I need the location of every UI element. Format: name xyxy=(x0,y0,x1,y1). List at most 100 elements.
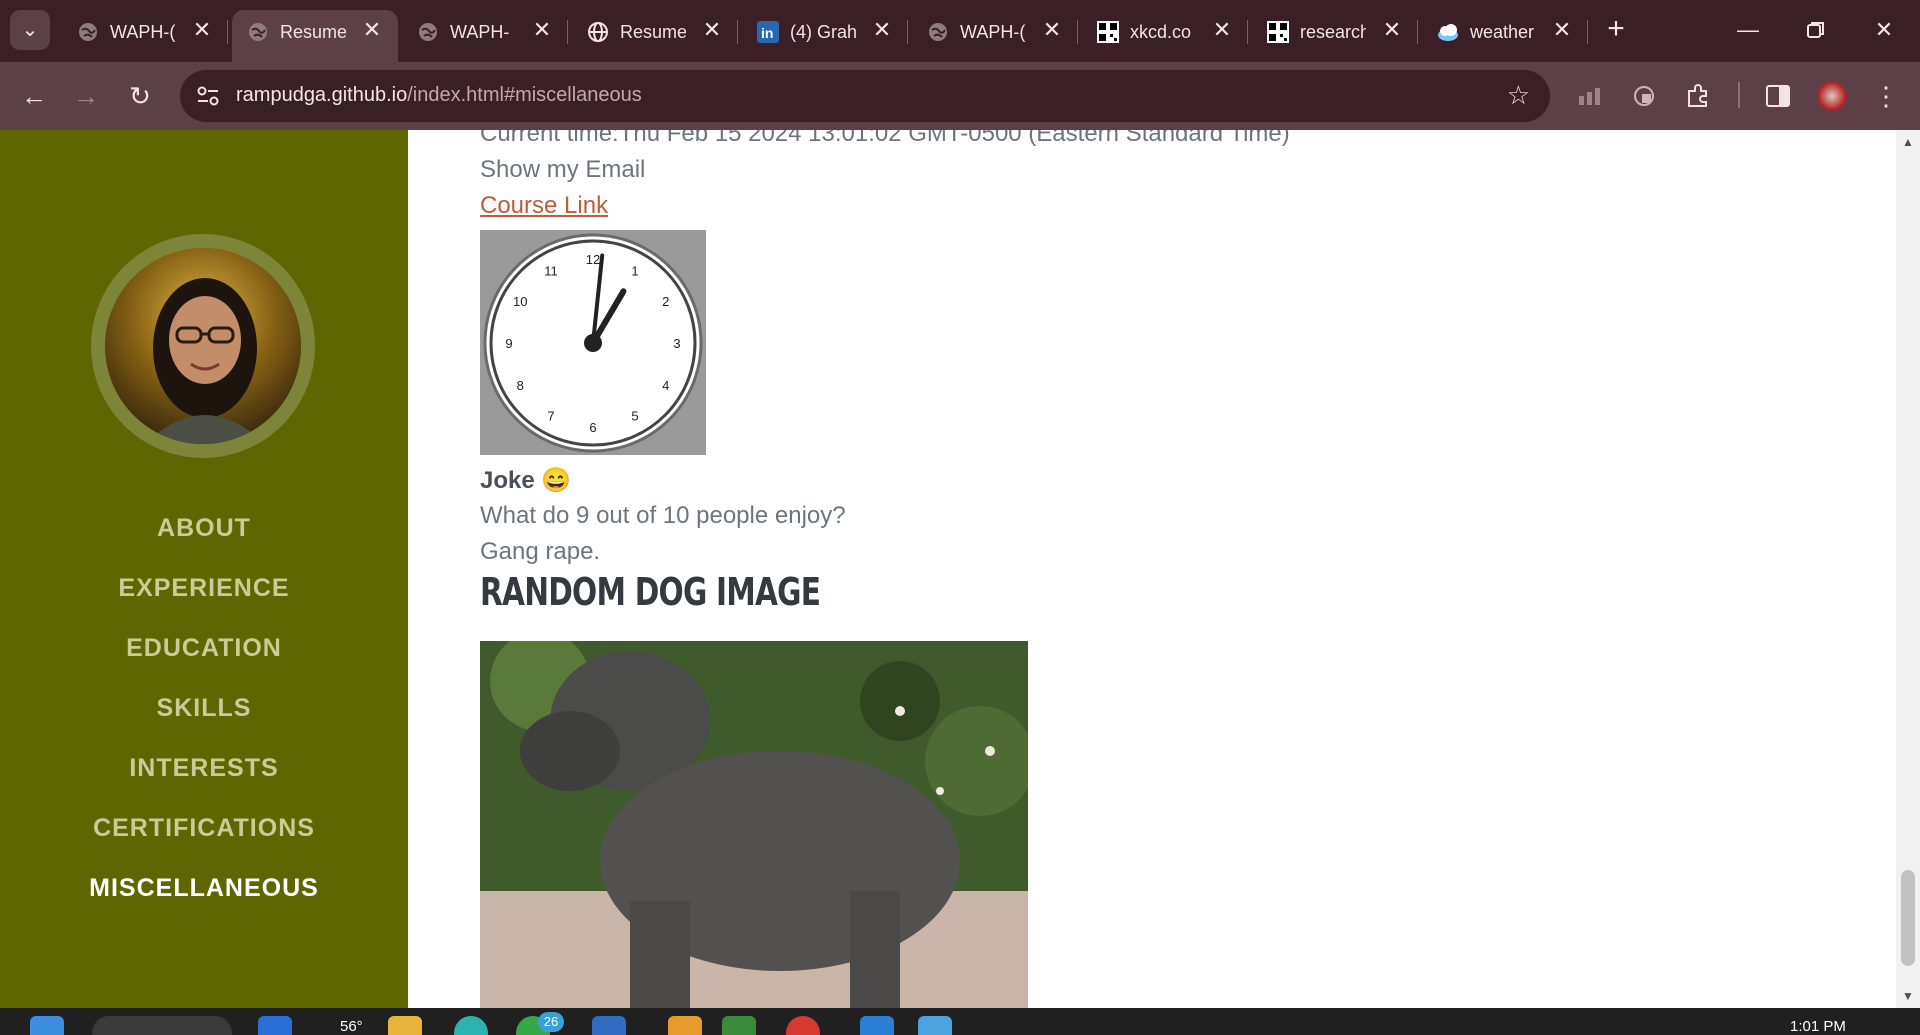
close-tab-icon[interactable]: ✕ xyxy=(190,18,214,42)
app-icon-orange[interactable] xyxy=(668,1016,702,1035)
clock-number: 9 xyxy=(505,336,512,351)
windows-start-icon[interactable] xyxy=(30,1016,64,1035)
close-tab-icon[interactable]: ✕ xyxy=(1040,18,1064,42)
side-panel-button[interactable] xyxy=(1758,76,1798,116)
course-link[interactable]: Course Link xyxy=(480,192,608,220)
notification-badge: 26 xyxy=(538,1012,564,1032)
browser-tab[interactable]: WAPH-( ✕ xyxy=(62,10,228,62)
tab-divider xyxy=(1417,20,1418,44)
address-bar[interactable]: rampudga.github.io/index.html#miscellane… xyxy=(180,70,1550,122)
scroll-down-icon[interactable]: ▼ xyxy=(1896,986,1920,1006)
profile-button[interactable] xyxy=(1812,76,1852,116)
kebab-menu-icon: ⋮ xyxy=(1873,81,1899,111)
tab-title: WAPH-( xyxy=(110,22,176,42)
bookmark-star-icon[interactable]: ☆ xyxy=(1507,80,1530,111)
sidebar-item-certifications[interactable]: Certifications xyxy=(0,798,408,858)
app-icon-green[interactable] xyxy=(722,1016,756,1035)
tab-divider xyxy=(227,20,228,44)
clock-number: 10 xyxy=(513,294,527,309)
browser-toolbar: ← → ↻ rampudga.github.io/index.html#misc… xyxy=(0,62,1920,130)
minimize-button[interactable]: — xyxy=(1728,14,1768,46)
joke-title-row: Joke 😄 xyxy=(480,466,571,495)
clock-number: 12 xyxy=(586,252,600,267)
back-button[interactable]: ← xyxy=(14,76,54,116)
sidebar-item-interests[interactable]: Interests xyxy=(0,738,408,798)
browser-tab[interactable]: xkcd.co ✕ xyxy=(1082,10,1248,62)
site-settings-icon[interactable] xyxy=(194,82,222,110)
sidebar-item-skills[interactable]: Skills xyxy=(0,678,408,738)
browser-tab[interactable]: weather ✕ xyxy=(1422,10,1588,62)
extension-analytics-button[interactable] xyxy=(1570,76,1610,116)
extension-button[interactable] xyxy=(1624,76,1664,116)
toolbar-divider xyxy=(1738,82,1740,108)
tab-divider xyxy=(567,20,568,44)
tab-title: WAPH-( xyxy=(960,22,1026,42)
browser-tab[interactable]: in (4) Grah ✕ xyxy=(742,10,908,62)
close-tab-icon[interactable]: ✕ xyxy=(1380,18,1404,42)
vscode-icon[interactable] xyxy=(860,1016,894,1035)
browser-tab[interactable]: WAPH- ✕ xyxy=(402,10,568,62)
os-taskbar: 56° 26 1:01 PM xyxy=(0,1008,1920,1035)
profile-photo-frame xyxy=(91,234,315,458)
clock-number: 5 xyxy=(631,409,638,424)
scroll-up-icon[interactable]: ▲ xyxy=(1896,132,1920,152)
tab-divider xyxy=(907,20,908,44)
new-tab-button[interactable]: + xyxy=(1598,12,1634,48)
app-icon-blue[interactable] xyxy=(918,1016,952,1035)
app-icon-teal[interactable] xyxy=(454,1016,488,1035)
sidebar-item-miscellaneous[interactable]: Miscellaneous xyxy=(0,858,408,918)
analytics-icon xyxy=(1579,88,1600,105)
outlook-icon[interactable] xyxy=(592,1016,626,1035)
close-icon: ✕ xyxy=(1874,17,1894,42)
browser-tab[interactable]: WAPH-( ✕ xyxy=(912,10,1078,62)
minimize-icon: — xyxy=(1737,17,1759,42)
clock-face: 121234567891011 xyxy=(483,233,703,453)
chevron-down-icon: ⌄ xyxy=(21,19,39,41)
edge-app-icon[interactable] xyxy=(258,1016,292,1035)
clock-number: 11 xyxy=(544,263,558,278)
clock-time[interactable]: 1:01 PM xyxy=(1790,1018,1846,1035)
close-tab-icon[interactable]: ✕ xyxy=(530,18,554,42)
svg-text:in: in xyxy=(761,25,773,41)
close-tab-icon[interactable]: ✕ xyxy=(360,18,384,42)
sidebar: About Experience Education Skills Interests C… xyxy=(0,130,408,1008)
tab-title: research xyxy=(1300,22,1366,42)
clock-number: 2 xyxy=(662,294,669,309)
joke-answer: Gang rape. xyxy=(480,538,601,565)
page-scrollbar[interactable]: ▲ ▼ xyxy=(1896,130,1920,1008)
browser-tab[interactable]: research ✕ xyxy=(1252,10,1418,62)
weather-icon xyxy=(1436,20,1460,44)
tab-strip: ⌄ WAPH-(✕ Resume ✕ WAPH- ✕ Resume ✕ in (4) Grah ✕… xyxy=(0,0,1920,62)
tab-search-button[interactable]: ⌄ xyxy=(10,10,50,50)
clock-number: 4 xyxy=(662,378,669,393)
file-explorer-icon[interactable] xyxy=(388,1016,422,1035)
clock-number: 7 xyxy=(547,409,554,424)
sidebar-item-education[interactable]: Education xyxy=(0,618,408,678)
current-time-text: Current time:Thu Feb 15 2024 13:01:02 GM… xyxy=(480,130,1290,147)
browser-tab[interactable]: Resume ✕ xyxy=(572,10,738,62)
globe-icon xyxy=(76,20,100,44)
chrome-icon[interactable] xyxy=(786,1016,820,1035)
reload-button[interactable]: ↻ xyxy=(120,76,160,116)
scrollbar-thumb[interactable] xyxy=(1901,870,1915,966)
taskbar-search-box[interactable] xyxy=(92,1016,232,1035)
joke-question: What do 9 out of 10 people enjoy? xyxy=(480,502,846,529)
url-text[interactable]: rampudga.github.io/index.html#miscellane… xyxy=(236,84,642,107)
close-tab-icon[interactable]: ✕ xyxy=(700,18,724,42)
sidebar-item-experience[interactable]: Experience xyxy=(0,558,408,618)
close-window-button[interactable]: ✕ xyxy=(1864,14,1904,46)
close-tab-icon[interactable]: ✕ xyxy=(1210,18,1234,42)
weather-temperature[interactable]: 56° xyxy=(340,1018,363,1035)
forward-button[interactable]: → xyxy=(66,76,106,116)
browser-tab[interactable]: Resume ✕ xyxy=(232,10,398,62)
joke-title: Joke xyxy=(480,467,535,494)
extensions-button[interactable] xyxy=(1678,76,1718,116)
url-path: /index.html#miscellaneous xyxy=(407,84,642,106)
close-tab-icon[interactable]: ✕ xyxy=(1550,18,1574,42)
show-email-toggle[interactable]: Show my Email xyxy=(480,156,645,184)
menu-button[interactable]: ⋮ xyxy=(1866,76,1906,116)
sidebar-item-about[interactable]: About xyxy=(0,498,408,558)
smile-emoji-icon: 😄 xyxy=(541,467,572,494)
restore-button[interactable] xyxy=(1796,14,1836,46)
close-tab-icon[interactable]: ✕ xyxy=(870,18,894,42)
